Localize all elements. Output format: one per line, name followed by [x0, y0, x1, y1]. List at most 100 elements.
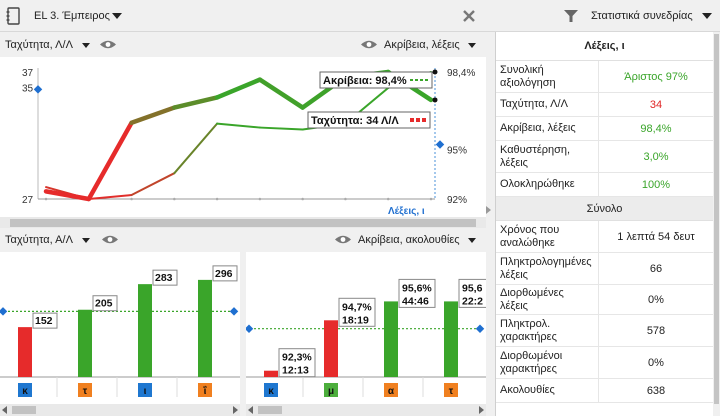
x-tick-dot: [301, 197, 304, 201]
x-tick-dot: [258, 197, 262, 201]
category-label: κ: [22, 386, 28, 397]
accuracy-line-segment: [173, 122, 219, 175]
x-tick-dot: [215, 197, 219, 201]
bar[interactable]: [138, 284, 152, 377]
accuracy-selector[interactable]: Ακρίβεια, λέξεις: [384, 39, 460, 51]
notebook-icon[interactable]: [6, 7, 20, 25]
stats-row-label: Πληκτρολ. χαρακτήρες: [496, 315, 599, 346]
scrollbar-thumb[interactable]: [10, 219, 476, 227]
category-label: ι: [144, 386, 147, 397]
chevron-down-icon[interactable]: [468, 43, 476, 48]
y-marker-diamond: [435, 140, 445, 149]
bar[interactable]: [384, 301, 398, 377]
eye-icon[interactable]: [334, 234, 352, 245]
x-tick-dot: [173, 197, 176, 201]
lesson-title[interactable]: EL 3. Έμπειρος: [34, 10, 110, 22]
stats-row-value: 0%: [648, 293, 664, 306]
line-chart[interactable]: 37 35 27 98,4% 95% 92% Ακρίβεια: 98,4% Ταχύτητα…: [0, 57, 486, 217]
category-label: τ: [449, 386, 454, 397]
stats-row-value: Άριστος 97%: [624, 70, 688, 83]
bar-label-bottom: 12:13: [282, 365, 309, 377]
y-tick-label-right: 95%: [447, 145, 467, 156]
eye-icon[interactable]: [99, 39, 117, 50]
average-marker-left: [0, 307, 8, 316]
close-icon[interactable]: [462, 9, 476, 23]
y-tick-label-left: 37: [22, 68, 34, 79]
stats-row: Διορθωμένες λέξεις 0%: [496, 285, 713, 315]
category-label: μ: [328, 386, 334, 397]
stats-row-value: 638: [646, 384, 666, 397]
sequence-accuracy-selector[interactable]: Ακρίβεια, ακολουθίες: [358, 234, 460, 246]
eye-icon[interactable]: [360, 39, 378, 50]
speed-bar-scrollbar[interactable]: [0, 404, 240, 416]
x-tick-dot: [344, 197, 347, 201]
stats-title[interactable]: Στατιστικά συνεδρίας: [591, 10, 693, 22]
category-label: α: [388, 386, 395, 397]
bar[interactable]: [198, 279, 212, 377]
stats-row: Καθυστέρηση, λέξεις 3,0%: [496, 141, 713, 173]
speed-chars-selector[interactable]: Ταχύτητα, Α/Λ: [5, 234, 73, 246]
top-chart-toolbar: Ταχύτητα, Λ/Λ Ακρίβεια, λέξεις: [0, 33, 490, 57]
splitter-handle-icon[interactable]: [486, 206, 491, 214]
chevron-down-icon[interactable]: [82, 238, 90, 243]
stats-section-total: Σύνολο: [496, 197, 713, 221]
bar-value-label: 152: [35, 315, 53, 327]
stats-row-label: Χρόνος που αναλώθηκε: [496, 221, 599, 252]
x-tick-dot: [429, 197, 433, 201]
stats-row-label: Διορθωμένες λέξεις: [496, 285, 599, 314]
stats-row: Διορθωμένοι χαρακτήρες 0%: [496, 347, 713, 379]
accuracy-line-segment: [216, 122, 261, 129]
bar-label-top: 92,3%: [282, 352, 312, 364]
scroll-right-icon[interactable]: [233, 406, 238, 414]
accuracy-bar-chart[interactable]: 92,3%12:13 κ 94,7%18:19 μ 95,6%44:46 α 95,622:…: [244, 252, 496, 404]
stats-row: Συνολική αξιολόγηση Άριστος 97%: [496, 61, 713, 93]
y-tick-label-right: 98,4%: [447, 68, 475, 79]
bar-value-label: 283: [155, 272, 173, 284]
accuracy-bar-scrollbar[interactable]: [246, 404, 486, 416]
stats-row: Ακολουθίες 638: [496, 379, 713, 403]
chevron-down-icon[interactable]: [82, 43, 90, 48]
accuracy-endpoint: [432, 69, 438, 75]
line-chart-panel: 37 35 27 98,4% 95% 92% Ακρίβεια: 98,4% Ταχύτητα…: [0, 57, 486, 217]
bar-label-top: 94,7%: [342, 301, 372, 313]
scrollbar-thumb[interactable]: [258, 406, 282, 414]
bar-label-bottom: 18:19: [342, 314, 369, 326]
y-marker-diamond: [33, 85, 43, 94]
stats-row-label: Ακολουθίες: [496, 379, 599, 402]
stats-row-value: 1 λεπτά 54 δευτ: [617, 230, 695, 243]
scrollbar-thumb[interactable]: [714, 34, 719, 404]
bar-label-bottom: 44:46: [402, 295, 429, 307]
bar[interactable]: [324, 320, 338, 377]
category-label: τ: [83, 386, 88, 397]
eye-icon[interactable]: [101, 234, 119, 245]
speed-endpoint: [432, 97, 438, 103]
bar[interactable]: [18, 327, 32, 377]
bar[interactable]: [78, 309, 92, 377]
filter-icon[interactable]: [563, 9, 579, 23]
stats-row-label: Ταχύτητα, Λ/Λ: [496, 93, 599, 116]
stats-row: Ολοκληρώθηκε 100%: [496, 173, 713, 197]
top-bar: EL 3. Έμπειρος Στατιστικά συνεδρίας: [0, 0, 720, 32]
speed-selector[interactable]: Ταχύτητα, Λ/Λ: [5, 39, 73, 51]
scroll-left-icon[interactable]: [248, 406, 253, 414]
scroll-right-icon[interactable]: [479, 406, 484, 414]
scroll-left-icon[interactable]: [2, 406, 7, 414]
speed-line-segment: [86, 120, 134, 202]
stats-row: Πληκτρολ. χαρακτήρες 578: [496, 315, 713, 347]
average-marker-left: [244, 324, 254, 333]
stats-scrollbar[interactable]: [713, 32, 720, 416]
speed-line-segment: [214, 77, 263, 100]
bar-value-label: 296: [215, 268, 233, 280]
chevron-down-icon[interactable]: [468, 238, 476, 243]
session-stats-panel: Λέξεις, ι Συνολική αξιολόγηση Άριστος 97%…: [495, 32, 713, 416]
bar[interactable]: [264, 370, 278, 377]
stats-row: Ακρίβεια, λέξεις 98,4%: [496, 117, 713, 141]
chevron-down-icon[interactable]: [702, 13, 712, 19]
stats-row-label: Διορθωμένοι χαρακτήρες: [496, 347, 599, 378]
accuracy-line-segment: [87, 194, 133, 200]
bar[interactable]: [444, 301, 458, 377]
chevron-down-icon[interactable]: [112, 13, 122, 19]
stats-row-value: 34: [649, 98, 663, 111]
scrollbar-thumb[interactable]: [12, 406, 36, 414]
speed-bar-chart[interactable]: 152κ205τ283ι296ΐ: [0, 252, 240, 404]
